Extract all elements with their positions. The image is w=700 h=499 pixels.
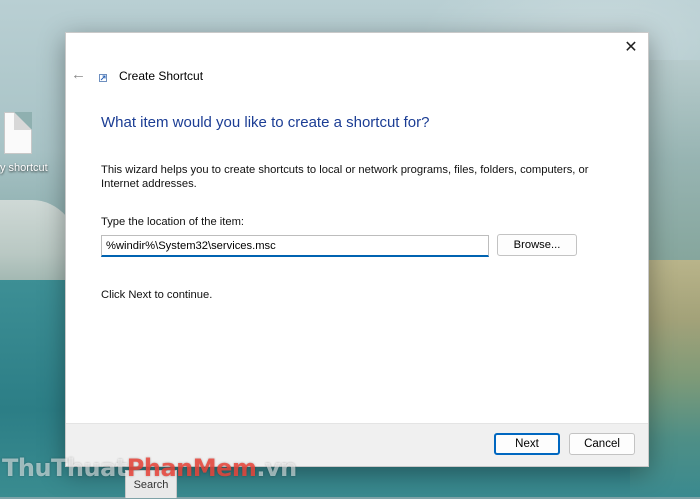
continue-hint: Click Next to continue. — [101, 289, 213, 301]
create-shortcut-dialog: ✕ ← Create Shortcut What item would you … — [65, 32, 649, 467]
wizard-description: This wizard helps you to create shortcut… — [101, 164, 589, 190]
back-arrow-icon: ← — [71, 66, 86, 83]
shortcut-wizard-icon — [99, 74, 107, 82]
cancel-button[interactable]: Cancel — [569, 433, 635, 455]
close-icon: ✕ — [624, 39, 638, 56]
taskbar-search-button[interactable]: Search — [125, 470, 177, 498]
page-headline: What item would you like to create a sho… — [101, 114, 430, 131]
desktop-icon-label: y shortcut — [0, 162, 48, 174]
next-button[interactable]: Next — [494, 433, 560, 455]
location-input[interactable] — [101, 235, 489, 257]
desktop-shortcut-icon[interactable]: y shortcut — [0, 112, 60, 182]
dialog-title: Create Shortcut — [119, 69, 204, 83]
browse-button[interactable]: Browse... — [497, 234, 577, 256]
file-icon — [4, 112, 32, 154]
back-button[interactable]: ← — [71, 67, 89, 83]
close-button[interactable]: ✕ — [614, 33, 648, 61]
location-label: Type the location of the item: — [101, 216, 245, 228]
wallpaper-water-left — [0, 280, 70, 497]
dialog-footer: Next Cancel — [66, 423, 648, 466]
